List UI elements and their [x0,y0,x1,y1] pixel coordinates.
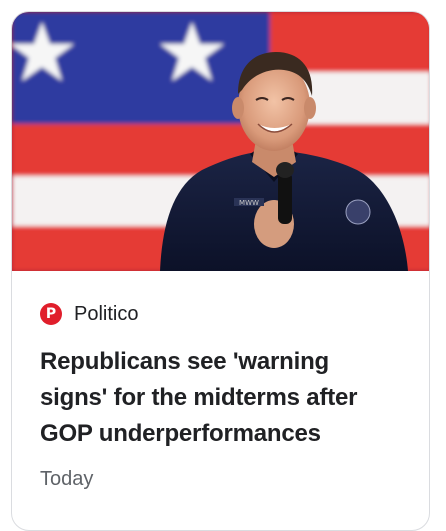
source-name: Politico [74,302,139,325]
article-meta: P Politico Republicans see 'warning sign… [40,302,409,491]
article-photo: MWW [12,12,429,271]
source-row[interactable]: P Politico [40,302,409,326]
article-headline[interactable]: Republicans see 'warning signs' for the … [40,344,400,452]
jacket-patch-text: MWW [239,199,259,207]
news-card[interactable]: MWW P Politico Republicans see 'warning … [11,11,430,531]
article-timestamp: Today [40,468,94,490]
politico-logo-icon: P [40,303,62,325]
article-image[interactable]: MWW [12,12,429,271]
